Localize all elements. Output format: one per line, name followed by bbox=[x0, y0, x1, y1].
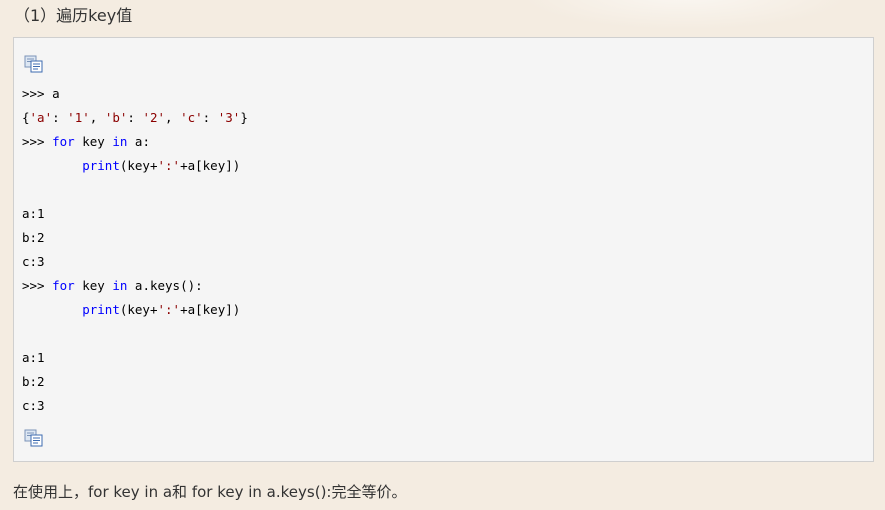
code-kw: for bbox=[52, 278, 75, 293]
code-line: a:1 bbox=[22, 202, 248, 226]
footer-note: 在使用上，for key in a和 for key in a.keys():完… bbox=[13, 483, 407, 501]
code-content: >>> a {'a': '1', 'b': '2', 'c': '3'} >>> f… bbox=[22, 82, 248, 418]
code-line: c:3 bbox=[22, 394, 248, 418]
code-text: a.keys(): bbox=[127, 278, 203, 293]
code-line: b:2 bbox=[22, 370, 248, 394]
code-text: a:1 bbox=[22, 206, 45, 221]
code-text: : bbox=[52, 110, 68, 125]
code-text: } bbox=[240, 110, 248, 125]
code-str: 'a' bbox=[29, 110, 53, 125]
background-glow bbox=[520, 0, 850, 30]
code-text: >>> bbox=[22, 134, 53, 149]
code-text: { bbox=[22, 110, 30, 125]
code-text: +a[key]) bbox=[180, 302, 241, 317]
code-text: c:3 bbox=[22, 254, 45, 269]
code-text: a:1 bbox=[22, 350, 45, 365]
code-kw: in bbox=[112, 134, 128, 149]
code-str: '2' bbox=[142, 110, 166, 125]
code-text: key bbox=[74, 278, 113, 293]
code-line: {'a': '1', 'b': '2', 'c': '3'} bbox=[22, 106, 248, 130]
code-line: print(key+':'+a[key]) bbox=[22, 298, 248, 322]
code-text: : bbox=[127, 110, 143, 125]
code-fn: print bbox=[82, 158, 120, 173]
copy-code-icon[interactable] bbox=[24, 429, 44, 447]
code-text: >>> a bbox=[22, 86, 60, 101]
code-text: a: bbox=[127, 134, 150, 149]
code-text: c:3 bbox=[22, 398, 45, 413]
code-text: , bbox=[89, 110, 105, 125]
code-text: +a[key]) bbox=[180, 158, 241, 173]
section-heading: （1）遍历key值 bbox=[14, 6, 133, 25]
code-str: '3' bbox=[217, 110, 241, 125]
code-str: ':' bbox=[157, 158, 181, 173]
code-str: 'b' bbox=[104, 110, 128, 125]
copy-code-icon[interactable] bbox=[24, 55, 44, 73]
code-text: (key+ bbox=[119, 158, 158, 173]
code-line: >>> for key in a: bbox=[22, 130, 248, 154]
code-line: b:2 bbox=[22, 226, 248, 250]
code-str: '1' bbox=[67, 110, 90, 125]
code-line: >>> for key in a.keys(): bbox=[22, 274, 248, 298]
code-line: >>> a bbox=[22, 82, 248, 106]
code-str: 'c' bbox=[180, 110, 203, 125]
code-line: a:1 bbox=[22, 346, 248, 370]
code-text: : bbox=[202, 110, 218, 125]
code-block: >>> a {'a': '1', 'b': '2', 'c': '3'} >>> f… bbox=[13, 37, 874, 462]
code-text: , bbox=[165, 110, 181, 125]
code-line: print(key+':'+a[key]) bbox=[22, 154, 248, 178]
code-kw: in bbox=[112, 278, 128, 293]
code-line: c:3 bbox=[22, 250, 248, 274]
code-text: b:2 bbox=[22, 230, 45, 245]
code-text: >>> bbox=[22, 278, 53, 293]
code-text: key bbox=[74, 134, 113, 149]
code-text: b:2 bbox=[22, 374, 45, 389]
code-text: (key+ bbox=[119, 302, 158, 317]
code-kw: for bbox=[52, 134, 75, 149]
code-str: ':' bbox=[157, 302, 181, 317]
code-fn: print bbox=[82, 302, 120, 317]
